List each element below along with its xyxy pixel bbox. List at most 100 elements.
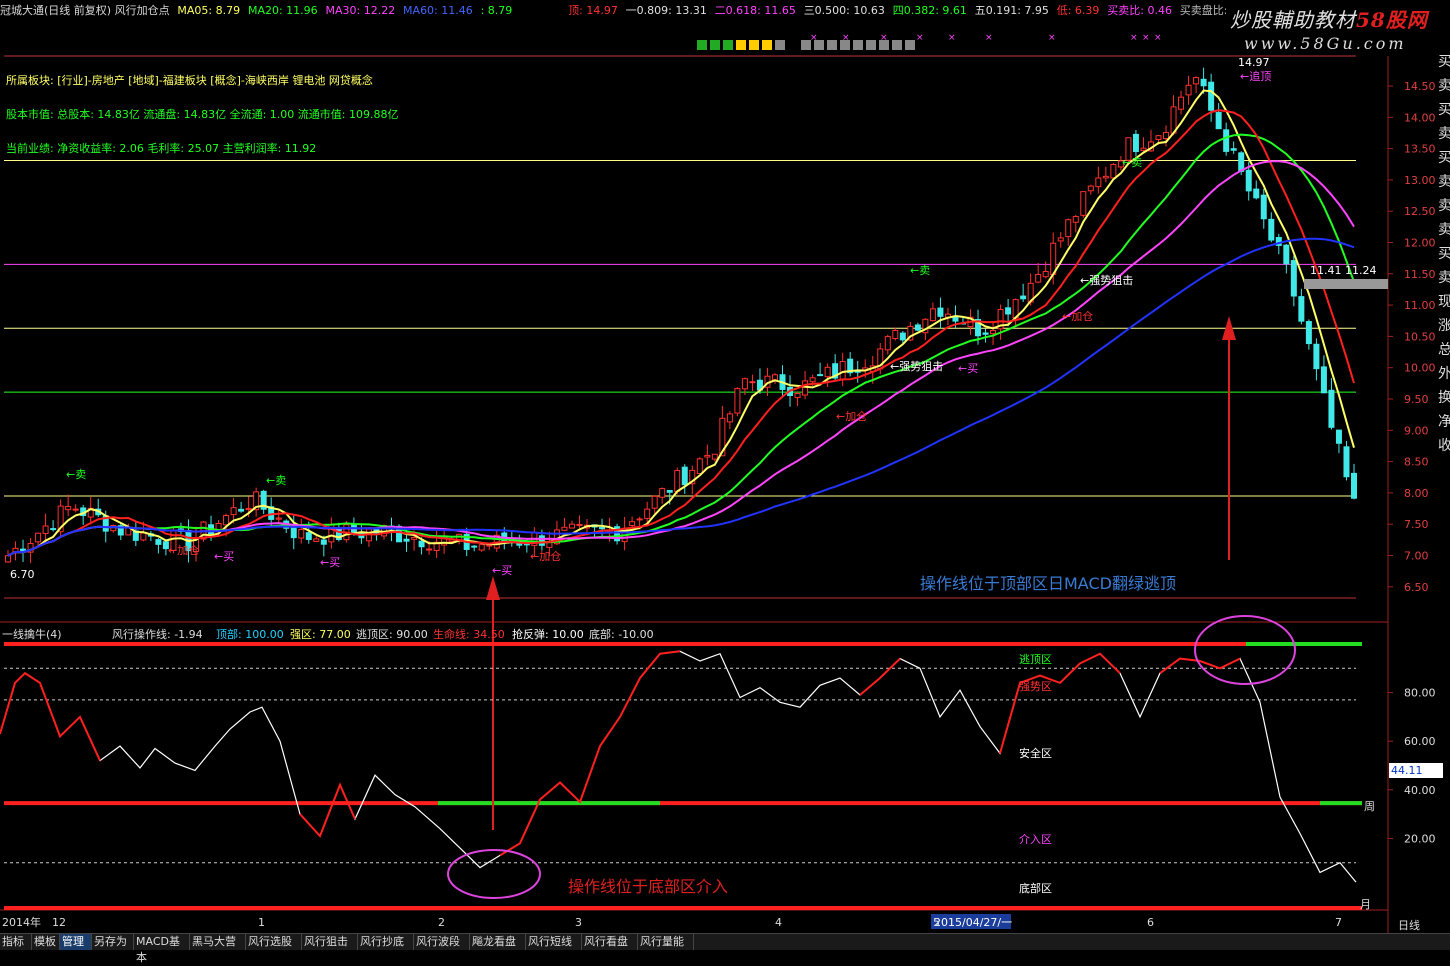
period-label[interactable]: 日线 bbox=[1398, 917, 1420, 933]
signal-annotation: ←加仓 bbox=[1062, 309, 1093, 323]
candle-body bbox=[1185, 84, 1192, 96]
tab-10[interactable]: 飚龙看盘 bbox=[470, 934, 526, 950]
price-tick-label: 9.00 bbox=[1404, 424, 1429, 437]
date-axis-label: 5 bbox=[933, 916, 940, 929]
candle-body bbox=[1005, 307, 1012, 315]
right-strip-label: 卖 bbox=[1438, 270, 1450, 286]
candle-body bbox=[305, 532, 312, 540]
tab-2[interactable]: 管理 bbox=[60, 934, 92, 950]
signal-annotation: ←加仓 bbox=[168, 543, 199, 557]
tab-0[interactable]: 指标 bbox=[0, 934, 32, 950]
indicator-tick-label: 40.00 bbox=[1404, 784, 1436, 797]
candle-body bbox=[1087, 185, 1094, 192]
date-axis-label: 6 bbox=[1147, 916, 1154, 929]
right-strip-label: 涨 bbox=[1438, 318, 1450, 334]
signal-x-mark: × bbox=[1130, 33, 1138, 43]
signal-strip-cell bbox=[866, 40, 876, 50]
high-price-label: 14.97 bbox=[1238, 56, 1270, 69]
signal-strip-cell bbox=[762, 40, 772, 50]
candle-body bbox=[576, 523, 583, 526]
candle-body bbox=[644, 508, 651, 519]
price-tick-label: 9.50 bbox=[1404, 393, 1429, 406]
candle-body bbox=[1335, 429, 1342, 444]
right-strip-label: 卖 bbox=[1438, 174, 1450, 190]
sector-info: 所属板块: [行业]-房地产 [地域]-福建板块 [概念]-海峡西岸 锂电池 网… bbox=[6, 74, 373, 87]
candle-body bbox=[681, 466, 688, 486]
signal-annotation: ←买 bbox=[958, 362, 978, 375]
right-strip-label: 总 bbox=[1438, 342, 1450, 358]
date-axis-label: 12 bbox=[52, 916, 66, 929]
zone-strong: 强势区 bbox=[1019, 680, 1052, 693]
tab-11[interactable]: 风行短线 bbox=[526, 934, 582, 950]
tab-12[interactable]: 风行看盘 bbox=[582, 934, 638, 950]
tab-7[interactable]: 风行狙击 bbox=[302, 934, 358, 950]
indicator-opline: 风行操作线: -1.94 bbox=[112, 628, 203, 641]
right-strip-label: 现 bbox=[1438, 294, 1450, 310]
candle-body bbox=[1020, 295, 1027, 300]
zone-escape: 逃顶区 bbox=[1019, 653, 1052, 666]
candle-body bbox=[1283, 244, 1290, 265]
right-strip-label: 买 bbox=[1438, 150, 1450, 166]
signal-strip-cell bbox=[905, 40, 915, 50]
right-strip-label: 外 bbox=[1438, 366, 1450, 382]
price-tick-label: 13.00 bbox=[1404, 174, 1436, 187]
candle-body bbox=[1305, 321, 1312, 345]
tab-6[interactable]: 风行选股 bbox=[246, 934, 302, 950]
candle-body bbox=[1080, 191, 1087, 216]
tab-5[interactable]: 黑马大营 bbox=[190, 934, 246, 950]
candle-body bbox=[42, 525, 49, 534]
candle-body bbox=[5, 555, 11, 563]
signal-x-mark: × bbox=[1142, 33, 1150, 43]
candle-body bbox=[899, 332, 906, 341]
signal-annotation: ←卖 bbox=[1122, 156, 1142, 169]
tab-4[interactable]: MACD基本 bbox=[134, 934, 190, 964]
signal-annotation: ←加仓 bbox=[836, 409, 867, 423]
right-strip-label: 净 bbox=[1438, 414, 1450, 430]
candle-body bbox=[403, 538, 410, 542]
price-tick-label: 12.00 bbox=[1404, 237, 1436, 250]
candle-body bbox=[1328, 389, 1335, 428]
candle-body bbox=[298, 529, 305, 539]
price-tick-label: 12.50 bbox=[1404, 205, 1436, 218]
candle-body bbox=[1065, 219, 1072, 238]
candle-body bbox=[1163, 132, 1170, 140]
tab-8[interactable]: 风行抄底 bbox=[358, 934, 414, 950]
candle-body bbox=[1102, 175, 1109, 179]
candle-body bbox=[478, 544, 485, 551]
candle-body bbox=[418, 540, 425, 548]
indicator-rebound: 抢反弹: 10.00 bbox=[512, 628, 584, 641]
candle-body bbox=[245, 507, 252, 511]
candle-body bbox=[568, 523, 575, 529]
candle-body bbox=[486, 544, 493, 547]
tab-3[interactable]: 另存为 bbox=[92, 934, 134, 950]
candle-body bbox=[1178, 96, 1185, 110]
signal-annotation: ←卖 bbox=[266, 474, 286, 487]
candle-body bbox=[914, 324, 921, 331]
tab-9[interactable]: 风行波段 bbox=[414, 934, 470, 950]
candle-body bbox=[990, 330, 997, 335]
candle-body bbox=[72, 508, 79, 511]
candle-body bbox=[1155, 135, 1162, 140]
candle-body bbox=[411, 537, 418, 540]
price-tick-label: 10.50 bbox=[1404, 330, 1436, 343]
candle-body bbox=[952, 316, 959, 322]
bottom-tab-bar: 指标 模板 管理 另存为 MACD基本 黑马大营 风行选股 风行狙击 风行抄底 风行波段 飚龙看盘风… bbox=[0, 933, 1450, 964]
candle-body bbox=[824, 366, 831, 378]
candle-body bbox=[599, 527, 606, 530]
price-tick-label: 7.00 bbox=[1404, 550, 1429, 563]
candle-body bbox=[275, 517, 282, 520]
indicator-tick-label: 20.00 bbox=[1404, 832, 1436, 845]
candle-body bbox=[538, 535, 545, 546]
candle-body bbox=[1351, 472, 1357, 499]
candle-body bbox=[817, 374, 824, 377]
candle-body bbox=[704, 454, 711, 458]
signal-x-mark: × bbox=[842, 33, 850, 43]
candle-body bbox=[1343, 446, 1350, 478]
signal-annotation: ←加仓 bbox=[530, 549, 561, 563]
tab-13[interactable]: 风行量能 bbox=[638, 934, 694, 950]
candle-body bbox=[313, 538, 320, 542]
candle-body bbox=[892, 329, 899, 339]
candle-body bbox=[230, 507, 237, 516]
candle-body bbox=[929, 308, 936, 322]
tab-1[interactable]: 模板 bbox=[32, 934, 60, 950]
